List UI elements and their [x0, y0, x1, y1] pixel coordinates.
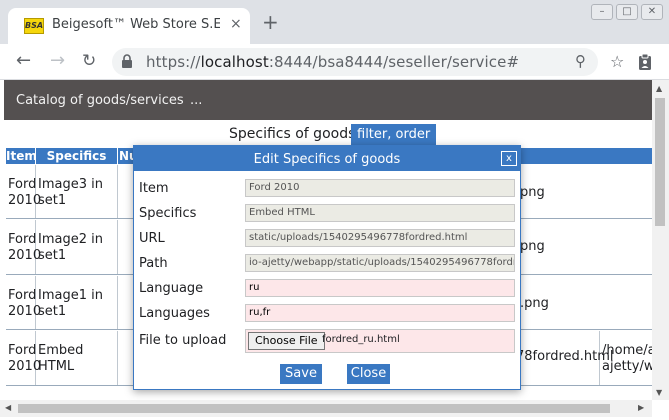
- url-label: URL: [139, 231, 165, 246]
- specifics-field: Embed HTML: [245, 204, 515, 222]
- filter-bar: Specifics of goods filter, order: [0, 124, 652, 146]
- field-path: Path io-ajetty/webapp/static/uploads/154…: [139, 254, 515, 274]
- maximize-button[interactable]: □: [616, 4, 638, 20]
- path-label: Path: [139, 256, 168, 271]
- path-field: io-ajetty/webapp/static/uploads/15402954…: [245, 254, 515, 272]
- cell-value: 78fordred.html: [514, 331, 614, 385]
- reload-icon[interactable]: ↻: [82, 50, 96, 72]
- specifics-label: Specifics: [139, 206, 197, 221]
- field-url: URL static/uploads/1540295496778fordred.…: [139, 229, 515, 249]
- dialog-close-icon[interactable]: x: [501, 151, 517, 166]
- cell-item: Ford 2010: [6, 331, 41, 385]
- scroll-down-icon[interactable]: ▼: [656, 388, 662, 397]
- scroll-left-icon[interactable]: ◀: [5, 403, 11, 412]
- item-field: Ford 2010: [245, 179, 515, 197]
- vertical-scrollbar[interactable]: ▲ ▼: [652, 80, 669, 400]
- favicon-icon: BSA: [24, 18, 44, 34]
- cell-specifics: Image1 in set1: [36, 276, 118, 329]
- cell-specifics: Image3 in set1: [36, 165, 118, 218]
- field-file-upload: File to upload Choose File fordred_ru.ht…: [139, 329, 515, 353]
- cell-item: Ford 2010: [6, 276, 41, 329]
- dialog-title: Edit Specifics of goods: [253, 152, 401, 167]
- cell-value: .png: [520, 296, 549, 311]
- cell-specifics: Embed HTML: [36, 331, 118, 385]
- menu-more[interactable]: ...: [190, 93, 202, 108]
- url-field: static/uploads/1540295496778fordred.html: [245, 229, 515, 247]
- languages-input[interactable]: ru,fr: [245, 304, 515, 322]
- cell-path: /home/a ajetty/we: [602, 343, 652, 374]
- header-specifics[interactable]: Specifics: [36, 148, 118, 164]
- field-specifics: Specifics Embed HTML: [139, 204, 515, 224]
- vertical-scroll-thumb[interactable]: [655, 98, 665, 226]
- cell-value: png: [520, 239, 545, 254]
- cell-specifics: Image2 in set1: [36, 220, 118, 274]
- menu-catalog[interactable]: Catalog of goods/services: [16, 93, 184, 108]
- star-icon[interactable]: ☆: [610, 52, 624, 71]
- browser-toolbar: ← → ↻ https://localhost:8444/bsa8444/ses…: [0, 44, 669, 80]
- field-language: Language ru: [139, 279, 515, 299]
- list-title: Specifics of goods: [229, 126, 356, 142]
- minimize-button[interactable]: –: [591, 4, 613, 20]
- url-text: https://localhost:8444/bsa8444/seseller/…: [146, 53, 520, 71]
- clipboard-icon[interactable]: [638, 53, 652, 71]
- browser-tab[interactable]: BSA Beigesoft™ Web Store S.E. ×: [8, 8, 250, 44]
- item-label: Item: [139, 181, 169, 196]
- zoom-icon[interactable]: ⚲: [575, 52, 586, 70]
- app-menu-bar: Catalog of goods/services ...: [4, 80, 652, 120]
- close-window-button[interactable]: ✕: [641, 4, 663, 20]
- horizontal-scroll-thumb[interactable]: [18, 404, 610, 413]
- field-languages: Languages ru,fr: [139, 304, 515, 324]
- cell-value: png: [520, 185, 545, 200]
- language-input[interactable]: ru: [245, 279, 515, 297]
- back-icon[interactable]: ←: [16, 50, 31, 72]
- horizontal-scrollbar[interactable]: ◀ ▶: [0, 400, 652, 417]
- scroll-right-icon[interactable]: ▶: [638, 403, 644, 412]
- language-label: Language: [139, 281, 204, 296]
- edit-specifics-dialog: Edit Specifics of goods x Item Ford 2010…: [133, 145, 521, 390]
- file-upload-input[interactable]: Choose File fordred_ru.html: [245, 329, 515, 353]
- chosen-file-name: fordred_ru.html: [322, 334, 400, 345]
- dialog-header: Edit Specifics of goods x: [134, 146, 520, 171]
- filter-order-button[interactable]: filter, order: [351, 124, 437, 146]
- close-tab-icon[interactable]: ×: [230, 16, 242, 32]
- field-item: Item Ford 2010: [139, 179, 515, 199]
- file-upload-label: File to upload: [139, 333, 227, 348]
- forward-icon[interactable]: →: [50, 50, 65, 72]
- close-button[interactable]: Close: [347, 364, 390, 384]
- choose-file-button[interactable]: Choose File: [248, 332, 325, 350]
- address-bar[interactable]: https://localhost:8444/bsa8444/seseller/…: [112, 48, 598, 76]
- save-button[interactable]: Save: [280, 364, 322, 384]
- header-item[interactable]: Item: [6, 148, 37, 164]
- tab-title: Beigesoft™ Web Store S.E.: [52, 17, 220, 32]
- lock-icon: [122, 54, 132, 68]
- languages-label: Languages: [139, 306, 210, 321]
- browser-titlebar: BSA Beigesoft™ Web Store S.E. × + – □ ✕: [0, 0, 669, 44]
- cell-item: Ford 2010: [6, 220, 41, 274]
- new-tab-button[interactable]: +: [262, 12, 279, 32]
- scroll-up-icon[interactable]: ▲: [656, 84, 662, 93]
- cell-item: Ford 2010: [6, 165, 41, 218]
